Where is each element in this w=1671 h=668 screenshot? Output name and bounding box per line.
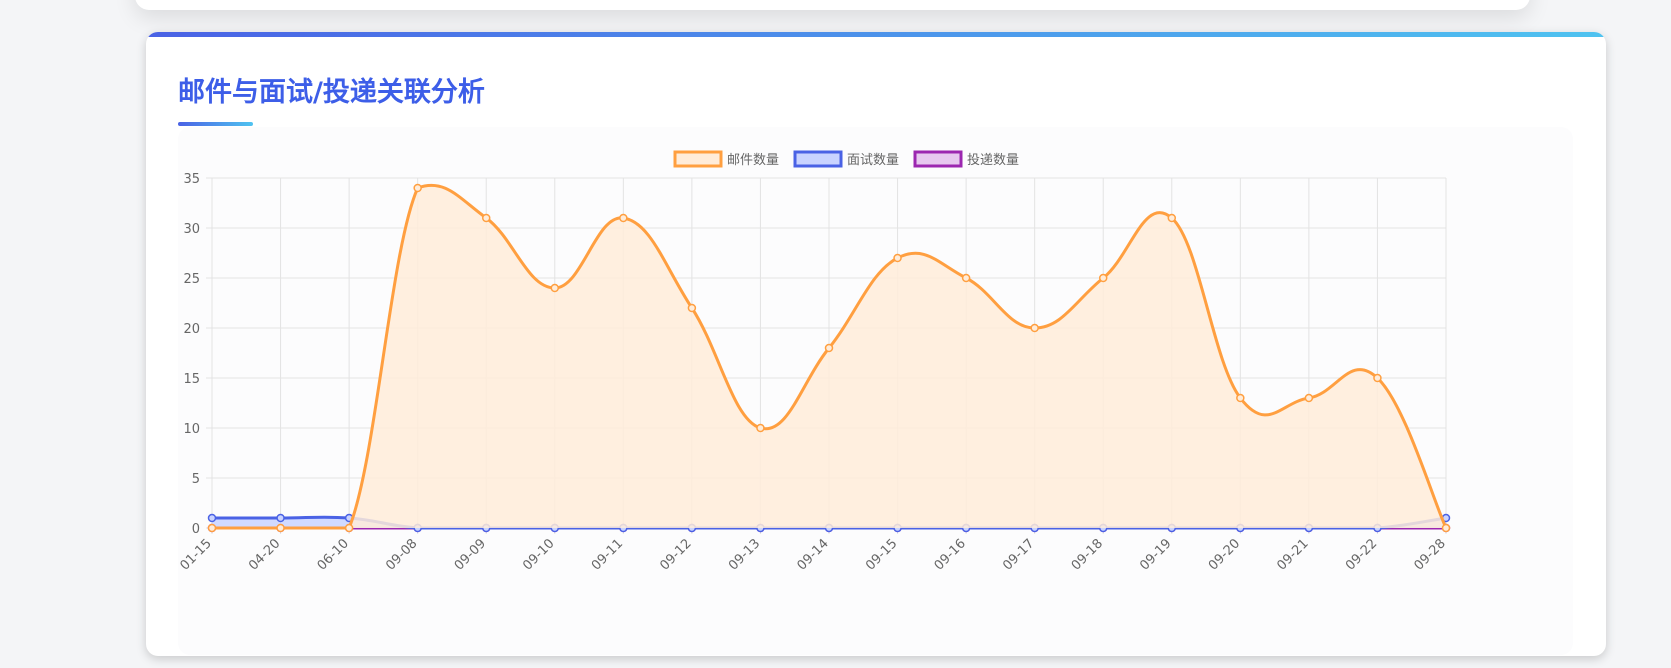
card-accent-bar xyxy=(146,32,1606,37)
y-tick-label: 35 xyxy=(183,172,200,187)
y-tick-label: 20 xyxy=(183,322,200,337)
x-tick-label: 09-21 xyxy=(1274,536,1311,573)
chart-panel: 0 5 10 15 20 25 30 35 01-15 04-20 06-10 09-08 09-09 0… xyxy=(178,127,1573,655)
data-point[interactable] xyxy=(413,183,422,193)
x-tick-label: 09-13 xyxy=(726,536,763,573)
y-tick-label: 5 xyxy=(192,472,200,487)
data-point[interactable] xyxy=(1441,523,1451,533)
x-tick-label: 09-12 xyxy=(657,536,694,573)
title-underline xyxy=(178,122,253,126)
legend-swatch[interactable] xyxy=(913,150,963,168)
line-chart: 0 5 10 15 20 25 30 35 01-15 04-20 06-10 09-08 09-09 0… xyxy=(178,150,1451,574)
y-tick-label: 25 xyxy=(183,272,200,287)
x-tick-label: 09-09 xyxy=(452,536,489,573)
y-tick-label: 30 xyxy=(183,222,200,237)
data-point[interactable] xyxy=(276,523,285,533)
data-point[interactable] xyxy=(1167,213,1177,223)
x-tick-label: 09-16 xyxy=(932,536,969,573)
x-tick-label: 09-14 xyxy=(795,536,832,573)
card-title: 邮件与面试/投递关联分析 xyxy=(178,77,485,108)
data-point[interactable] xyxy=(344,523,354,533)
x-tick-label: 09-11 xyxy=(589,536,626,573)
legend-label[interactable]: 面试数量 xyxy=(847,153,899,168)
data-point[interactable] xyxy=(207,523,217,533)
x-tick-label: 09-08 xyxy=(383,536,420,573)
legend-swatch[interactable] xyxy=(793,150,843,168)
data-point[interactable] xyxy=(1373,373,1382,383)
x-tick-label: 09-17 xyxy=(1000,536,1037,573)
data-point[interactable] xyxy=(550,283,560,293)
x-tick-label: 01-15 xyxy=(178,536,215,573)
x-tick-label: 09-22 xyxy=(1343,536,1380,573)
legend-label[interactable]: 投递数量 xyxy=(967,152,1019,168)
x-tick-label: 09-28 xyxy=(1412,536,1449,573)
data-point[interactable] xyxy=(1304,393,1314,403)
y-tick-label: 15 xyxy=(183,372,200,387)
previous-card-edge xyxy=(135,0,1530,10)
data-point[interactable] xyxy=(756,423,765,433)
y-tick-label: 0 xyxy=(192,522,200,537)
x-tick-label: 09-19 xyxy=(1137,536,1174,573)
data-point[interactable] xyxy=(276,513,285,523)
data-point[interactable] xyxy=(1030,323,1039,333)
x-tick-label: 04-20 xyxy=(246,536,283,573)
data-point[interactable] xyxy=(481,213,491,223)
x-tick-label: 09-18 xyxy=(1069,536,1106,573)
x-tick-label: 09-10 xyxy=(520,536,557,573)
legend-label[interactable]: 邮件数量 xyxy=(727,153,779,168)
y-tick-label: 10 xyxy=(183,422,200,437)
x-tick-label: 09-20 xyxy=(1206,536,1243,573)
x-tick-label: 06-10 xyxy=(315,536,352,573)
data-point[interactable] xyxy=(619,213,628,223)
data-point[interactable] xyxy=(1098,273,1108,283)
data-point[interactable] xyxy=(824,343,834,353)
analysis-card: 邮件与面试/投递关联分析 0 5 10 15 20 25 30 35 01-15 04-20 06-… xyxy=(146,32,1606,656)
data-point[interactable] xyxy=(687,303,697,313)
x-tick-label: 09-15 xyxy=(863,536,900,573)
data-point[interactable] xyxy=(1236,393,1245,403)
data-point[interactable] xyxy=(893,253,902,263)
legend-swatch[interactable] xyxy=(673,150,723,168)
data-point[interactable] xyxy=(207,513,217,523)
data-point[interactable] xyxy=(961,273,971,283)
